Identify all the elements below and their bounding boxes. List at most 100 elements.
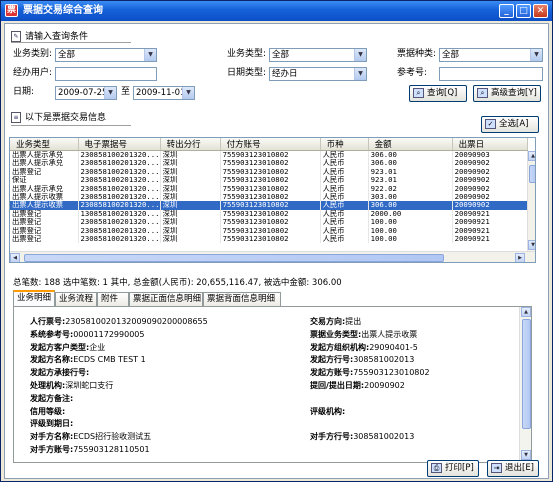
- column-header[interactable]: 业务类型: [10, 138, 79, 151]
- bill-type-label: 票据种类:: [397, 49, 437, 59]
- date-to-label: 至: [121, 87, 131, 97]
- detail-field-value: 企业: [89, 342, 106, 352]
- close-button[interactable]: ✕: [533, 4, 548, 18]
- title-bar[interactable]: 票 票据交易综合查询 _ □ ✕: [1, 1, 552, 21]
- table-cell: 深圳: [160, 159, 221, 168]
- table-cell: 出票人提示承兑: [10, 150, 79, 160]
- tab-attachment[interactable]: 附件: [97, 292, 129, 306]
- table-cell: 922.02: [368, 184, 453, 194]
- table-row[interactable]: 出票人提示承兑 230858100201320... 深圳 7559031230108…: [10, 150, 528, 160]
- date-to-picker[interactable]: 2009-11-01 ▼: [133, 86, 195, 100]
- scroll-down-icon[interactable]: ▼: [521, 450, 531, 460]
- table-row[interactable]: 出票人提示承兑 230858100201320... 深圳 7559031230108…: [10, 159, 528, 168]
- table-cell: 人民币: [320, 159, 369, 168]
- table-row[interactable]: 出票人提示承兑 230858100201320... 深圳 7559031230108…: [10, 184, 528, 194]
- tab-business-flow[interactable]: 业务流程: [55, 292, 97, 306]
- table-cell: 230858100201320...: [78, 235, 161, 244]
- table-cell: 306.00: [368, 150, 453, 160]
- operator-label: 经办用户:: [13, 68, 53, 78]
- detail-field-value: 755903128110501: [73, 445, 150, 454]
- detail-field: 发起方名称:ECDS CMB TEST 1: [30, 355, 146, 365]
- table-row[interactable]: 出票人提示收票 230858100201320... 深圳 7559031230108…: [10, 193, 528, 202]
- table-cell: 755903123010802: [220, 167, 321, 177]
- detail-field-label: 信用等级:: [30, 406, 66, 416]
- column-header[interactable]: 币种: [320, 138, 369, 151]
- date-type-value: 经办日: [272, 69, 298, 79]
- column-header[interactable]: 电子票据号: [78, 138, 161, 151]
- table-row[interactable]: 出票人提示收票 230858100201320... 深圳 7559031230108…: [10, 201, 528, 210]
- table-row[interactable]: 出票登记 230858100201320... 深圳 755903123010802 人…: [10, 226, 528, 236]
- table-cell: 20090903: [452, 150, 528, 160]
- chevron-down-icon: ▼: [182, 87, 194, 99]
- divider: [11, 125, 131, 126]
- detail-vertical-scrollbar[interactable]: ▲ ▼: [519, 307, 531, 462]
- table-cell: 755903123010802: [220, 235, 321, 244]
- print-button[interactable]: ⎙ 打印[P]: [427, 460, 479, 477]
- table-horizontal-scrollbar[interactable]: ◀ ▶: [10, 251, 535, 262]
- scroll-left-icon[interactable]: ◀: [10, 253, 20, 262]
- detail-field-label: 对手方名称:: [30, 432, 74, 442]
- detail-field: 评级到期日:: [30, 419, 73, 429]
- exit-button[interactable]: ⇥ 退出[E]: [487, 460, 539, 477]
- table-cell: 20090921: [452, 209, 528, 219]
- select-all-button[interactable]: ✓ 全选[A]: [481, 116, 539, 133]
- detail-field-value: 308581002013: [353, 355, 415, 365]
- table-cell: 230858100201320...: [78, 150, 161, 160]
- date-type-select[interactable]: 经办日 ▼: [269, 67, 367, 81]
- detail-field-label: 发起方承接行号:: [30, 368, 90, 378]
- window-title: 票据交易综合查询: [23, 5, 103, 16]
- table-row[interactable]: 出票登记 230858100201320... 深圳 755903123010802 人…: [10, 235, 528, 244]
- tab-bill-back[interactable]: 票据背面信息明细: [203, 292, 281, 306]
- minimize-button[interactable]: _: [499, 4, 514, 18]
- table-body: 出票人提示承兑 230858100201320... 深圳 7559031230108…: [10, 150, 528, 244]
- scroll-thumb[interactable]: [24, 254, 444, 262]
- detail-field: 发起方备注:: [30, 394, 73, 404]
- business-type-label: 业务类型:: [227, 49, 267, 59]
- scroll-thumb[interactable]: [522, 319, 531, 429]
- table-cell: 755903123010802: [220, 201, 321, 210]
- detail-field-label: 评级机构:: [310, 406, 346, 416]
- ref-no-input[interactable]: [439, 67, 543, 81]
- table-row[interactable]: 出票登记 230858100201320... 深圳 755903123010802 人…: [10, 167, 528, 177]
- result-section-header: ≡ 以下是票据交易信息: [11, 111, 106, 125]
- date-from-picker[interactable]: 2009-07-25 ▼: [55, 86, 117, 100]
- detail-field: 对手方行号:308581002013: [310, 432, 414, 442]
- printer-icon: ⎙: [431, 462, 442, 473]
- scroll-up-icon[interactable]: ▲: [521, 307, 531, 317]
- scroll-thumb[interactable]: [529, 165, 535, 183]
- table-row[interactable]: 保证 230858100201320... 深圳 755903123010802 人民币…: [10, 176, 528, 185]
- transaction-grid: 业务类型 电子票据号 转出分行 付方账号 币种 金额 出票日 出票人提示承兑 23085810…: [10, 138, 528, 244]
- table-cell: 755903123010802: [220, 184, 321, 194]
- table-cell: 人民币: [320, 218, 369, 227]
- table-cell: 深圳: [160, 235, 221, 244]
- column-header[interactable]: 金额: [368, 138, 453, 151]
- business-type-select[interactable]: 全部 ▼: [269, 48, 367, 62]
- table-cell: 深圳: [160, 150, 221, 160]
- scroll-up-icon[interactable]: ▲: [528, 151, 535, 161]
- scroll-down-icon[interactable]: ▼: [528, 240, 535, 250]
- detail-field: 人行票号:2305810020132009090200008655: [30, 317, 208, 327]
- column-header[interactable]: 付方账号: [220, 138, 321, 151]
- maximize-button[interactable]: □: [516, 4, 531, 18]
- transaction-table[interactable]: 业务类型 电子票据号 转出分行 付方账号 币种 金额 出票日 出票人提示承兑 23085810…: [9, 137, 536, 263]
- bill-type-select[interactable]: 全部 ▼: [439, 48, 543, 62]
- operator-input[interactable]: [55, 67, 157, 81]
- table-cell: 230858100201320...: [78, 167, 161, 177]
- table-row[interactable]: 出票登记 230858100201320... 深圳 755903123010802 人…: [10, 218, 528, 227]
- table-cell: 人民币: [320, 209, 369, 219]
- table-cell: 深圳: [160, 167, 221, 177]
- scroll-right-icon[interactable]: ▶: [515, 253, 525, 262]
- table-vertical-scrollbar[interactable]: ▲ ▼: [527, 151, 535, 251]
- table-row[interactable]: 出票登记 130858100201320... 深圳 755903123010802 人…: [10, 209, 528, 219]
- tab-business-detail[interactable]: 业务明细: [13, 290, 55, 306]
- column-header[interactable]: 出票日: [452, 138, 528, 151]
- business-category-select[interactable]: 全部 ▼: [55, 48, 157, 62]
- detail-field: 对手方账号:755903128110501: [30, 445, 150, 455]
- table-cell: 230858100201320...: [78, 184, 161, 194]
- query-button[interactable]: ⌕ 查询[Q]: [409, 85, 467, 102]
- tab-bill-front[interactable]: 票据正面信息明细: [129, 292, 203, 306]
- table-cell: 100.00: [368, 218, 453, 227]
- detail-field: 发起方账号:755903123010802: [310, 368, 430, 378]
- advanced-query-button[interactable]: ⌕ 高级查询[Y]: [473, 85, 541, 102]
- column-header[interactable]: 转出分行: [160, 138, 221, 151]
